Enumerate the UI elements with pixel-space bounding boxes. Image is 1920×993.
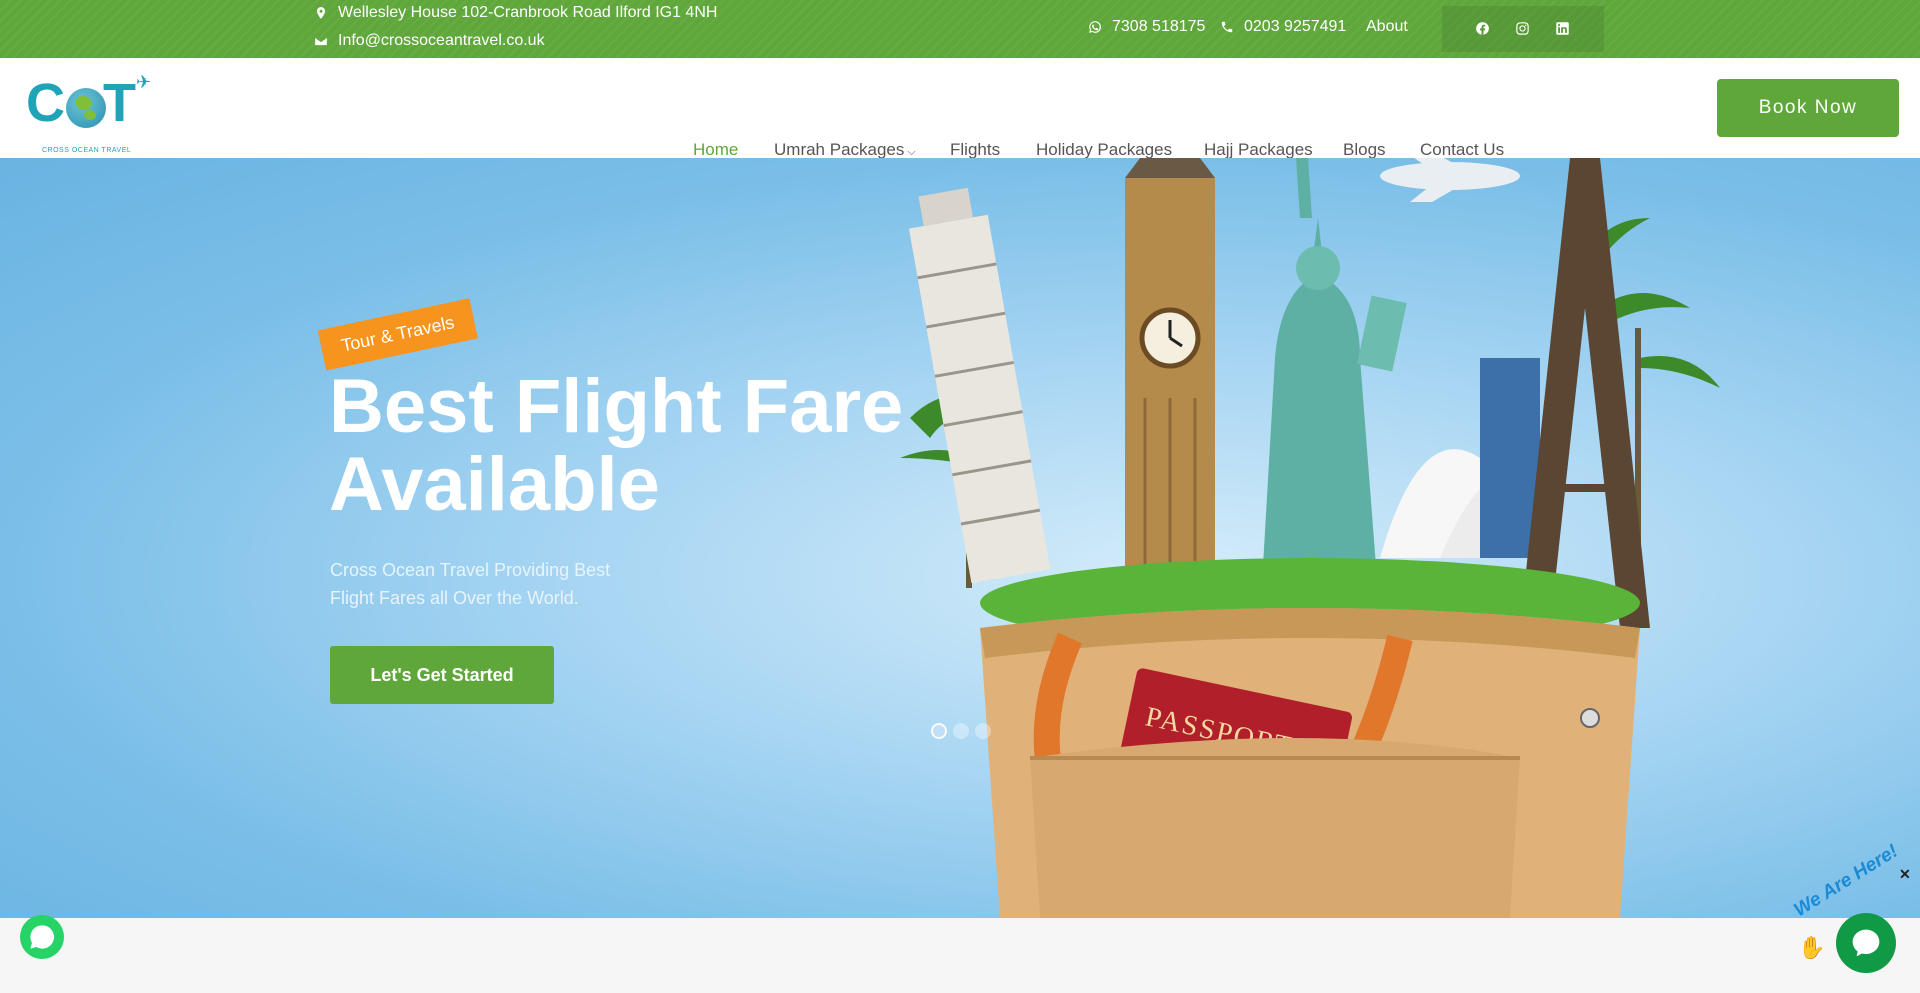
slider-dot-3[interactable] bbox=[975, 723, 991, 739]
whatsapp-float-button[interactable] bbox=[20, 915, 64, 959]
hero-subtitle-line1: Cross Ocean Travel Providing Best bbox=[330, 560, 611, 580]
next-section bbox=[0, 918, 1920, 993]
waving-hand-icon: ✋ bbox=[1798, 935, 1826, 960]
envelope-icon bbox=[314, 36, 328, 46]
facebook-icon[interactable] bbox=[1475, 21, 1491, 37]
travel-bag-landmarks-illustration: PASSPORT bbox=[900, 158, 1720, 918]
hero-tag: Tour & Travels bbox=[317, 298, 478, 371]
nav-hajj-packages[interactable]: Hajj Packages bbox=[1204, 140, 1313, 160]
linkedin-icon[interactable] bbox=[1555, 21, 1571, 37]
logo-subtitle: CROSS OCEAN TRAVEL bbox=[42, 147, 132, 154]
email-item[interactable]: Info@crossoceantravel.co.uk bbox=[314, 32, 545, 50]
hero-slider: PASSPORT Tour & Travels Best Flight Fare… bbox=[0, 158, 1920, 918]
nav-contact-us[interactable]: Contact Us bbox=[1420, 140, 1504, 160]
chat-bubble-icon bbox=[1852, 929, 1880, 957]
whatsapp-phone-text[interactable]: 7308 518175 bbox=[1112, 18, 1205, 36]
airplane-icon: ✈ bbox=[136, 72, 152, 92]
whatsapp-icon bbox=[30, 925, 55, 949]
live-chat-button[interactable] bbox=[1836, 913, 1896, 973]
nav-blogs[interactable]: Blogs bbox=[1343, 140, 1386, 160]
get-started-button[interactable]: Let's Get Started bbox=[330, 646, 554, 704]
hero-subtitle-line2: Flight Fares all Over the World. bbox=[330, 588, 579, 608]
slider-dot-2[interactable] bbox=[953, 723, 969, 739]
nav-umrah-packages[interactable]: Umrah Packages ⌵ bbox=[774, 140, 916, 160]
address-item: Wellesley House 102-Cranbrook Road Ilfor… bbox=[314, 4, 717, 22]
whatsapp-phone-item[interactable]: 7308 518175 bbox=[1088, 18, 1205, 36]
close-icon[interactable]: ✕ bbox=[1899, 866, 1911, 883]
slider-dot-1[interactable] bbox=[931, 723, 947, 739]
top-bar: Wellesley House 102-Cranbrook Road Ilfor… bbox=[0, 0, 1920, 58]
site-logo[interactable]: CT ✈ CROSS OCEAN TRAVEL bbox=[26, 72, 162, 154]
main-header: CT ✈ CROSS OCEAN TRAVEL Home Umrah Packa… bbox=[0, 58, 1920, 160]
globe-icon bbox=[66, 88, 106, 128]
phone-item[interactable]: 0203 9257491 bbox=[1220, 18, 1346, 36]
nav-home[interactable]: Home bbox=[693, 140, 738, 160]
whatsapp-icon bbox=[1089, 21, 1102, 33]
about-label[interactable]: About bbox=[1366, 18, 1408, 36]
about-link[interactable]: About bbox=[1366, 18, 1408, 36]
email-link[interactable]: Info@crossoceantravel.co.uk bbox=[338, 32, 545, 50]
slider-dots bbox=[931, 723, 991, 739]
hero-title-line1: Best Flight Fare bbox=[329, 364, 904, 449]
instagram-icon[interactable] bbox=[1515, 21, 1531, 37]
phone-icon bbox=[1221, 21, 1233, 33]
nav-holiday-packages[interactable]: Holiday Packages bbox=[1036, 140, 1172, 160]
nav-flights[interactable]: Flights bbox=[950, 140, 1000, 160]
phone-text[interactable]: 0203 9257491 bbox=[1244, 18, 1346, 36]
hero-subtitle: Cross Ocean Travel Providing Best Flight… bbox=[330, 556, 650, 612]
location-pin-icon bbox=[316, 7, 326, 19]
book-now-button[interactable]: Book Now bbox=[1717, 79, 1899, 137]
hero-title: Best Flight Fare Available bbox=[329, 368, 949, 524]
hero-title-line2: Available bbox=[329, 442, 660, 527]
social-links bbox=[1442, 6, 1604, 52]
nav-umrah-label: Umrah Packages bbox=[774, 140, 905, 159]
address-text: Wellesley House 102-Cranbrook Road Ilfor… bbox=[338, 4, 718, 21]
